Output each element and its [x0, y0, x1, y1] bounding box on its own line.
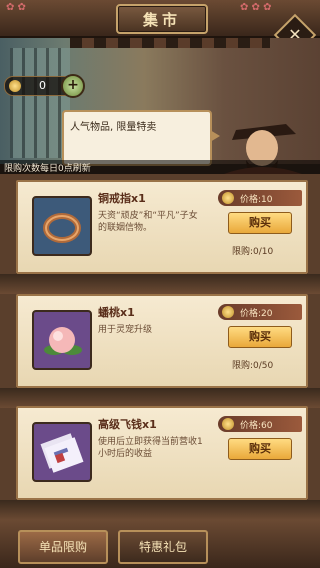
- price-tag: 价格:10: [218, 190, 302, 206]
- shelf-divider: [0, 500, 320, 520]
- coin-icon: [222, 192, 234, 204]
- merchant-scene: 0 + 人气物品, 限量特卖: [0, 38, 320, 210]
- item-description: 使用后立即获得当前营收1小时后的收益: [98, 437, 203, 459]
- awning-decoration: [70, 38, 270, 48]
- item-price: 价格:60: [240, 421, 273, 431]
- plum-blossom-icon: ✿ ✿ ✿: [240, 2, 272, 13]
- price-tag: 价格:60: [218, 416, 302, 432]
- refresh-text: 限购次数每日0点刷新: [4, 164, 91, 174]
- copper-ring-icon: [32, 196, 92, 256]
- price-tag: 价格:20: [218, 304, 302, 320]
- peach-icon: [32, 310, 92, 370]
- page-title: 集市: [142, 10, 181, 29]
- coin-icon: [222, 418, 234, 430]
- title-bar: ✿ ✿ ✿ ✿ ✿ 集市: [0, 0, 320, 38]
- item-name: 蟠桃x1: [98, 306, 135, 319]
- title-plate: 集市: [116, 4, 208, 34]
- buy-button[interactable]: 购买: [228, 212, 292, 234]
- currency-amount: 0: [39, 79, 46, 92]
- purchase-limit: 限购:0/10: [232, 247, 274, 257]
- speech-text: 人气物品, 限量特卖: [70, 122, 157, 133]
- plum-blossom-icon: ✿ ✿: [6, 2, 26, 13]
- add-currency-button[interactable]: +: [61, 74, 85, 98]
- buy-button[interactable]: 购买: [228, 326, 292, 348]
- purchase-limit: 限购:0/50: [232, 361, 274, 371]
- tab-gift-pack[interactable]: 特惠礼包: [118, 530, 208, 564]
- item-description: 用于灵宠升级: [98, 325, 153, 335]
- coin-icon: [9, 80, 21, 92]
- list-item: 高级飞钱x1 使用后立即获得当前营收1小时后的收益 价格:60 购买: [16, 406, 308, 500]
- item-price: 价格:10: [240, 195, 273, 205]
- bottom-tab-bar: 单品限购 特惠礼包: [0, 520, 320, 568]
- list-item: 铜戒指x1 天资“顽皮”和“平凡”子女的联姻信物。 价格:10 购买 限购:0/…: [16, 180, 308, 274]
- banknote-icon: [32, 422, 92, 482]
- refresh-notice: 限购次数每日0点刷新: [0, 160, 320, 174]
- buy-button[interactable]: 购买: [228, 438, 292, 460]
- window-decoration: [10, 48, 70, 158]
- list-item: 蟠桃x1 用于灵宠升级 价格:20 购买 限购:0/50: [16, 294, 308, 388]
- item-name: 高级飞钱x1: [98, 418, 157, 431]
- shelf-divider: [0, 388, 320, 408]
- coin-icon: [222, 306, 234, 318]
- item-description: 天资“顽皮”和“平凡”子女的联姻信物。: [98, 211, 198, 233]
- item-list: 铜戒指x1 天资“顽皮”和“平凡”子女的联姻信物。 价格:10 购买 限购:0/…: [0, 174, 320, 520]
- item-price: 价格:20: [240, 309, 273, 319]
- item-name: 铜戒指x1: [98, 192, 146, 205]
- tab-single-item[interactable]: 单品限购: [18, 530, 108, 564]
- shelf-divider: [0, 274, 320, 294]
- speech-bubble: 人气物品, 限量特卖: [62, 110, 220, 166]
